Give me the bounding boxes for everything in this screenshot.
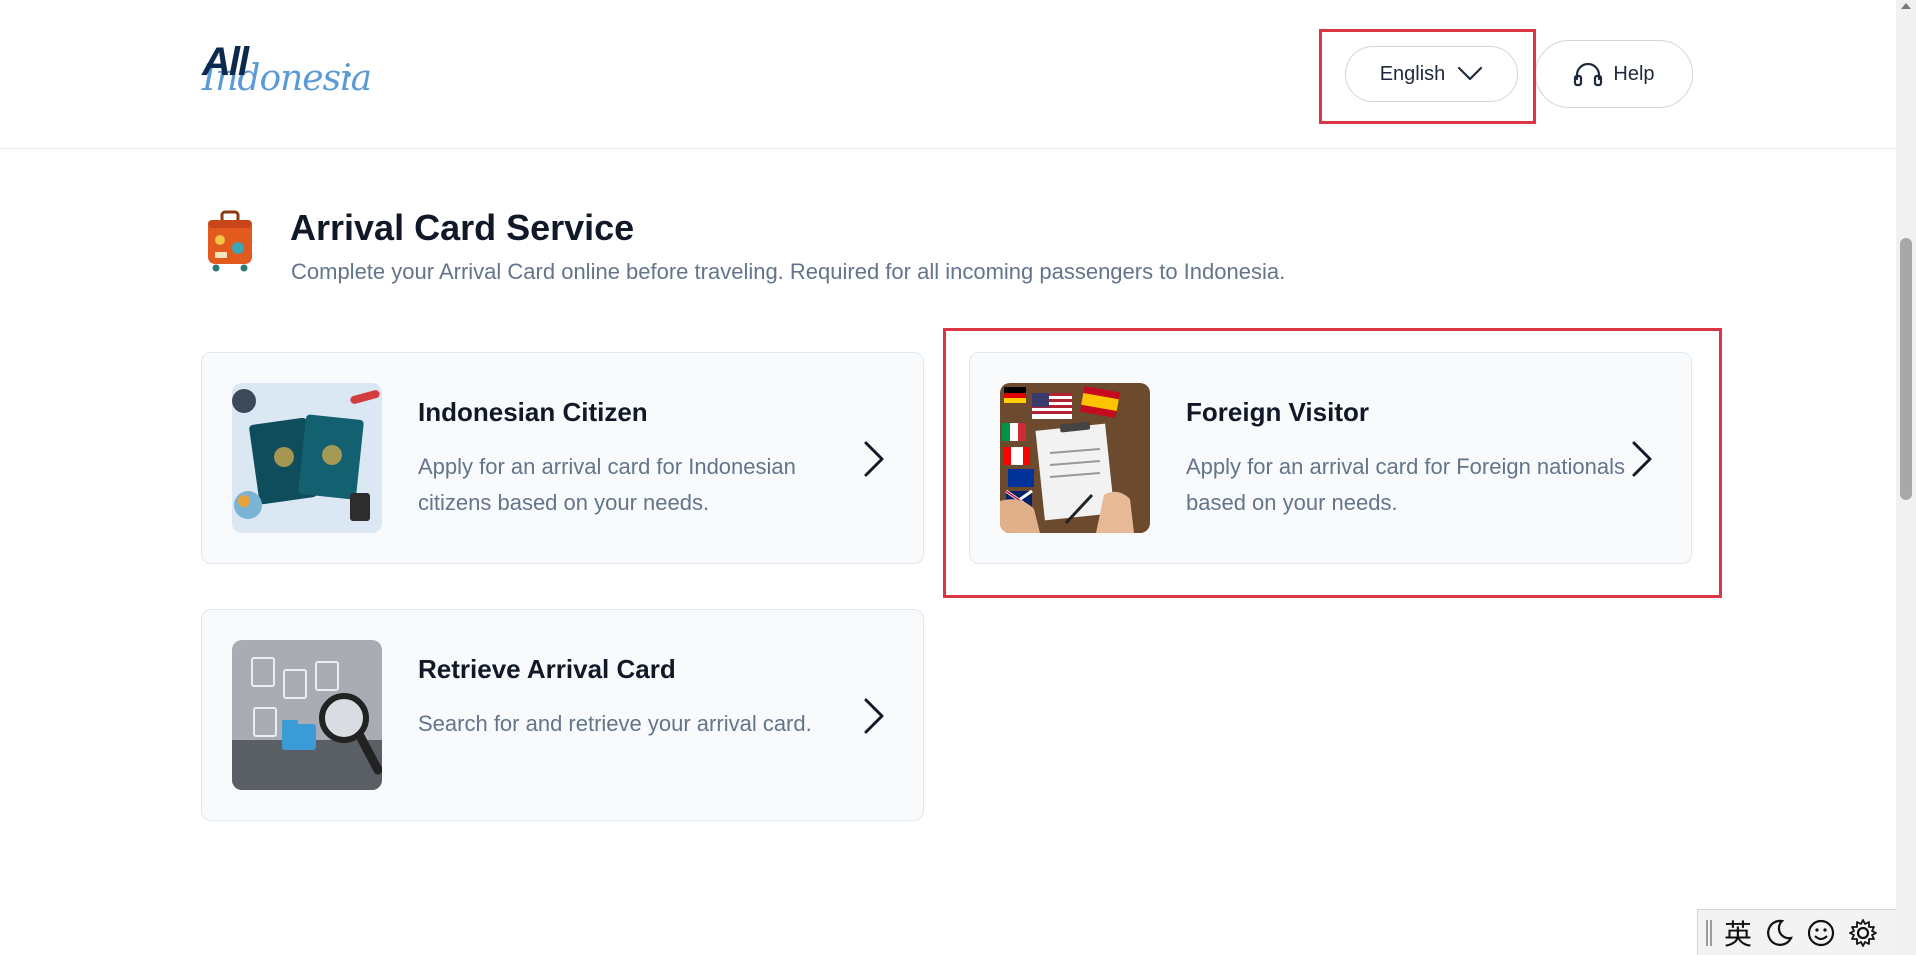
smiley-icon[interactable]	[1806, 918, 1836, 948]
ime-toolbar: 英	[1697, 909, 1896, 955]
scroll-up-arrow-icon[interactable]	[1901, 3, 1911, 9]
ime-language-toggle[interactable]: 英	[1724, 913, 1752, 953]
page-subtitle: Complete your Arrival Card online before…	[291, 259, 1286, 284]
help-button[interactable]: Help	[1535, 40, 1693, 108]
chevron-right-icon	[864, 441, 884, 477]
gear-icon[interactable]	[1848, 918, 1878, 948]
toolbar-grip[interactable]	[1706, 919, 1712, 946]
suitcase-icon	[208, 210, 252, 272]
headset-icon	[1574, 62, 1603, 87]
chevron-right-icon	[864, 698, 884, 734]
retrieve-arrival-card-card[interactable]: Retrieve Arrival Card Search for and ret…	[201, 609, 924, 821]
scrollbar-thumb[interactable]	[1900, 238, 1912, 500]
card-description: Search for and retrieve your arrival car…	[418, 711, 812, 736]
card-title: Indonesian Citizen	[418, 397, 648, 427]
card-title: Retrieve Arrival Card	[418, 654, 676, 684]
all-indonesia-logo[interactable]: Indonesia All	[202, 40, 372, 106]
moon-icon[interactable]	[1764, 918, 1794, 948]
help-label: Help	[1613, 62, 1655, 85]
vertical-scrollbar[interactable]	[1896, 0, 1916, 955]
indonesian-citizen-card[interactable]: Indonesian Citizen Apply for an arrival …	[201, 352, 924, 564]
top-header: Indonesia All English Help	[0, 0, 1896, 149]
indonesian-passport-image	[232, 383, 382, 533]
logo-dot	[346, 72, 351, 77]
document-search-image	[232, 640, 382, 790]
logo-text-all: All	[202, 40, 249, 84]
page-title: Arrival Card Service	[290, 207, 635, 248]
card-description: Apply for an arrival card for Indonesian…	[418, 454, 796, 515]
foreign-visitor-highlight-box	[943, 328, 1722, 598]
language-highlight-box	[1319, 29, 1536, 124]
